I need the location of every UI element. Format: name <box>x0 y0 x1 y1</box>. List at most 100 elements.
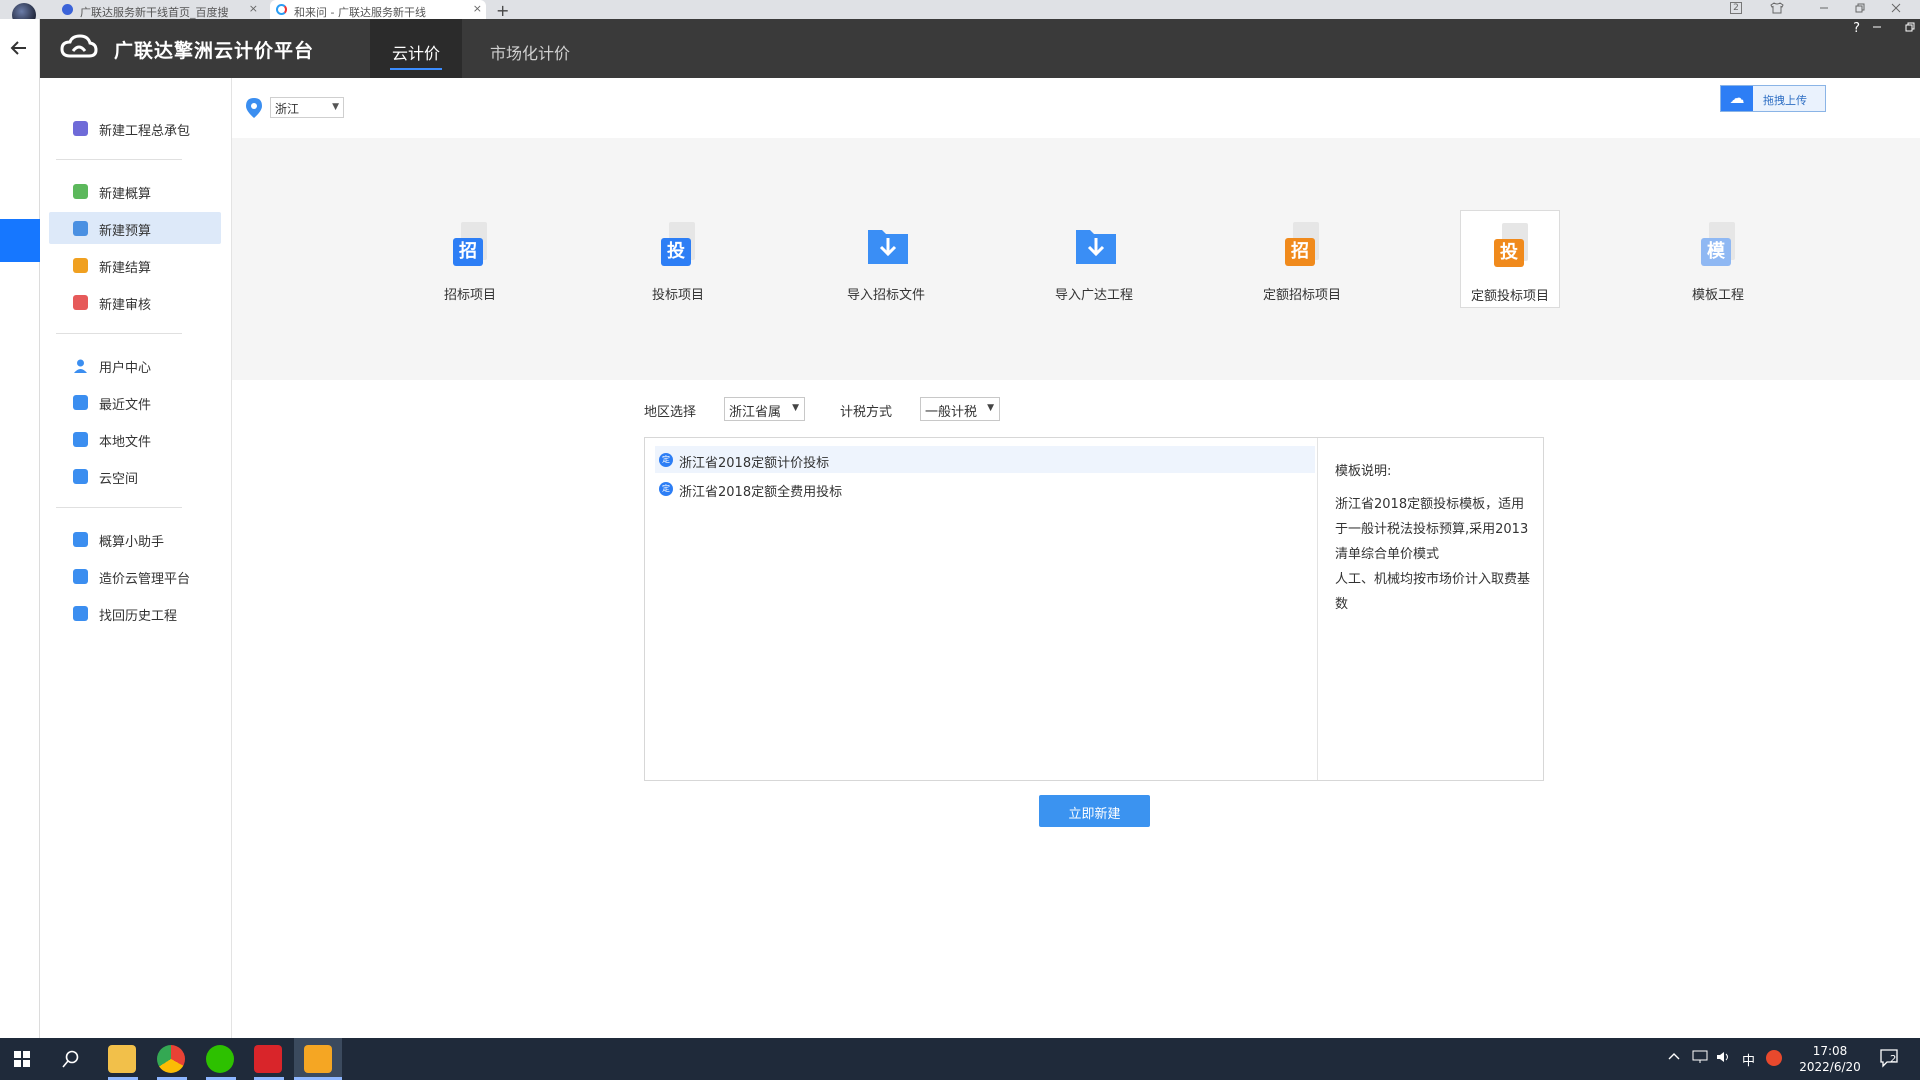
file-explorer-icon[interactable] <box>108 1045 136 1073</box>
sidebar-item-recent-files[interactable]: 最近文件 <box>49 386 221 418</box>
location-select[interactable]: 浙江 ▼ <box>270 97 344 118</box>
sidebar-item-cloud-space[interactable]: 云空间 <box>49 460 221 492</box>
browser-tab-active[interactable]: 和来问 - 广联达服务新干线 × <box>270 0 486 19</box>
help-icon[interactable]: ? <box>1853 21 1860 36</box>
notification-center-icon[interactable]: 2 <box>1880 1048 1900 1072</box>
baidu-paw-icon <box>62 4 73 15</box>
region-label: 地区选择 <box>644 405 697 420</box>
tax-method-select[interactable]: 一般计税 ▼ <box>920 397 1000 421</box>
browser-tab[interactable]: 广联达服务新干线首页_百度搜 × <box>56 0 262 19</box>
tab-close-icon[interactable]: × <box>473 2 482 15</box>
active-tab-underline <box>390 68 442 70</box>
sidebar-item-new-audit[interactable]: 新建审核 <box>49 286 221 318</box>
input-method-indicator[interactable]: 中 <box>1742 1050 1755 1069</box>
sidebar-item-user-center[interactable]: 用户中心 <box>49 349 221 381</box>
create-now-button[interactable]: 立即新建 <box>1039 795 1150 827</box>
tile-import-glodon-project[interactable]: 导入广达工程 <box>1044 210 1144 308</box>
project-type-band: 招 招标项目 投 投标项目 导入招标文件 导入广达工程 招 定额招标项目 投 定… <box>232 138 1920 380</box>
budget-icon <box>73 221 88 236</box>
tile-template-project[interactable]: 模 模板工程 <box>1668 210 1768 308</box>
sidebar-item-estimate-assistant[interactable]: 概算小助手 <box>49 523 221 555</box>
template-description-title: 模板说明: <box>1335 464 1392 479</box>
sidebar-item-label: 新建结算 <box>99 261 152 276</box>
notification-count: 2 <box>1890 1054 1897 1065</box>
shirt-skin-icon[interactable] <box>1770 2 1784 17</box>
chevron-up-icon[interactable] <box>1668 1050 1680 1065</box>
network-icon[interactable] <box>1692 1050 1708 1068</box>
tax-method-value: 一般计税 <box>925 405 978 420</box>
back-arrow-icon[interactable] <box>10 37 28 61</box>
tile-import-tender-file[interactable]: 导入招标文件 <box>836 210 936 308</box>
tile-label: 定额招标项目 <box>1262 288 1341 303</box>
rail-active-indicator <box>0 219 40 262</box>
clock-time: 17:08 <box>1812 1044 1848 1058</box>
tile-label: 投标项目 <box>651 288 704 303</box>
windows-taskbar: 中 17:08 2022/6/20 2 <box>0 1038 1920 1080</box>
sogou-ime-icon[interactable] <box>1766 1050 1782 1066</box>
browser-tab-title: 和来问 - 广联达服务新干线 <box>294 6 426 19</box>
main-panel: 浙江 ▼ ☁ 拖拽上传 招 招标项目 投 投标项目 导入招标文件 导入广达工程 … <box>232 78 1920 1038</box>
estimate-icon <box>73 184 88 199</box>
sidebar-item-recover-history[interactable]: 找回历史工程 <box>49 597 221 629</box>
tab-cloud-pricing[interactable]: 云计价 <box>370 19 462 78</box>
close-window-icon[interactable] <box>1890 2 1902 17</box>
cloud-upload-icon: ☁ <box>1721 86 1753 111</box>
template-panel: 定 浙江省2018定额计价投标 定 浙江省2018定额全费用投标 模板说明: 浙… <box>644 437 1544 781</box>
chevron-down-icon: ▼ <box>332 102 339 112</box>
app-minimize-icon[interactable] <box>1872 21 1882 35</box>
bid-doc-icon: 投 <box>661 222 695 266</box>
sidebar-item-new-budget[interactable]: 新建预算 <box>49 212 221 244</box>
sidebar-item-cost-cloud-platform[interactable]: 造价云管理平台 <box>49 560 221 592</box>
description-line: 人工、机械均按市场价计入取费基数 <box>1335 572 1531 612</box>
settlement-icon <box>73 258 88 273</box>
wps-office-icon[interactable] <box>254 1045 282 1073</box>
wechat-icon[interactable] <box>206 1045 234 1073</box>
template-name: 浙江省2018定额全费用投标 <box>679 485 843 500</box>
taskbar-active-app[interactable] <box>294 1038 342 1080</box>
app-restore-icon[interactable] <box>1904 21 1916 36</box>
location-pin-icon <box>246 98 262 118</box>
browser-tab-strip: 广联达服务新干线首页_百度搜 × 和来问 - 广联达服务新干线 × + 2 <box>0 0 1920 27</box>
new-tab-button[interactable]: + <box>496 1 509 20</box>
tab-market-pricing[interactable]: 市场化计价 <box>470 19 590 78</box>
tile-quota-bid-project[interactable]: 投 定额投标项目 <box>1460 210 1560 308</box>
window-count-badge[interactable]: 2 <box>1730 2 1742 14</box>
import-folder-icon <box>868 230 908 264</box>
minimize-icon[interactable] <box>1818 2 1830 17</box>
search-icon[interactable] <box>62 1050 80 1072</box>
sidebar-item-label: 本地文件 <box>99 435 152 450</box>
tile-bid-project[interactable]: 投 投标项目 <box>628 210 728 308</box>
sidebar-item-new-epc[interactable]: 新建工程总承包 <box>49 112 221 144</box>
recent-files-icon <box>73 395 88 410</box>
list-item[interactable]: 定 浙江省2018定额计价投标 <box>655 446 1315 473</box>
drag-upload-button[interactable]: ☁ 拖拽上传 <box>1720 85 1826 112</box>
browser-app-icon[interactable] <box>157 1045 185 1073</box>
tile-label: 模板工程 <box>1691 288 1744 303</box>
sidebar-item-new-settlement[interactable]: 新建结算 <box>49 249 221 281</box>
app-title: 广联达擎洲云计价平台 <box>114 40 315 62</box>
sidebar-item-label: 云空间 <box>99 472 139 487</box>
taskbar-clock[interactable]: 17:08 2022/6/20 <box>1784 1043 1876 1075</box>
tab-label: 云计价 <box>391 44 440 63</box>
sidebar-item-label: 造价云管理平台 <box>99 572 191 587</box>
quota-bid-doc-icon: 投 <box>1494 223 1528 267</box>
tax-method-label: 计税方式 <box>840 405 893 420</box>
tile-quota-tender-project[interactable]: 招 定额招标项目 <box>1252 210 1352 308</box>
windows-start-icon[interactable] <box>14 1051 30 1071</box>
app-header: 广联达擎洲云计价平台 云计价 市场化计价 ? <box>40 19 1920 78</box>
sidebar-divider <box>56 159 182 160</box>
list-item[interactable]: 定 浙江省2018定额全费用投标 <box>655 475 1315 502</box>
sidebar-item-label: 新建审核 <box>99 298 152 313</box>
region-select[interactable]: 浙江省属 ▼ <box>724 397 805 421</box>
description-line: 浙江省2018定额投标模板，适用于一般计税法投标预算,采用2013清单综合单价模… <box>1335 497 1529 562</box>
tile-tender-project[interactable]: 招 招标项目 <box>420 210 520 308</box>
chevron-down-icon: ▼ <box>987 403 994 413</box>
sidebar-item-new-estimate[interactable]: 新建概算 <box>49 175 221 207</box>
sidebar-item-local-files[interactable]: 本地文件 <box>49 423 221 455</box>
volume-icon[interactable] <box>1716 1050 1732 1068</box>
tab-close-icon[interactable]: × <box>249 2 258 15</box>
template-description: 浙江省2018定额投标模板，适用于一般计税法投标预算,采用2013清单综合单价模… <box>1335 492 1530 617</box>
cloud-space-icon <box>73 469 88 484</box>
location-value: 浙江 <box>275 102 300 116</box>
restore-icon[interactable] <box>1854 2 1866 17</box>
